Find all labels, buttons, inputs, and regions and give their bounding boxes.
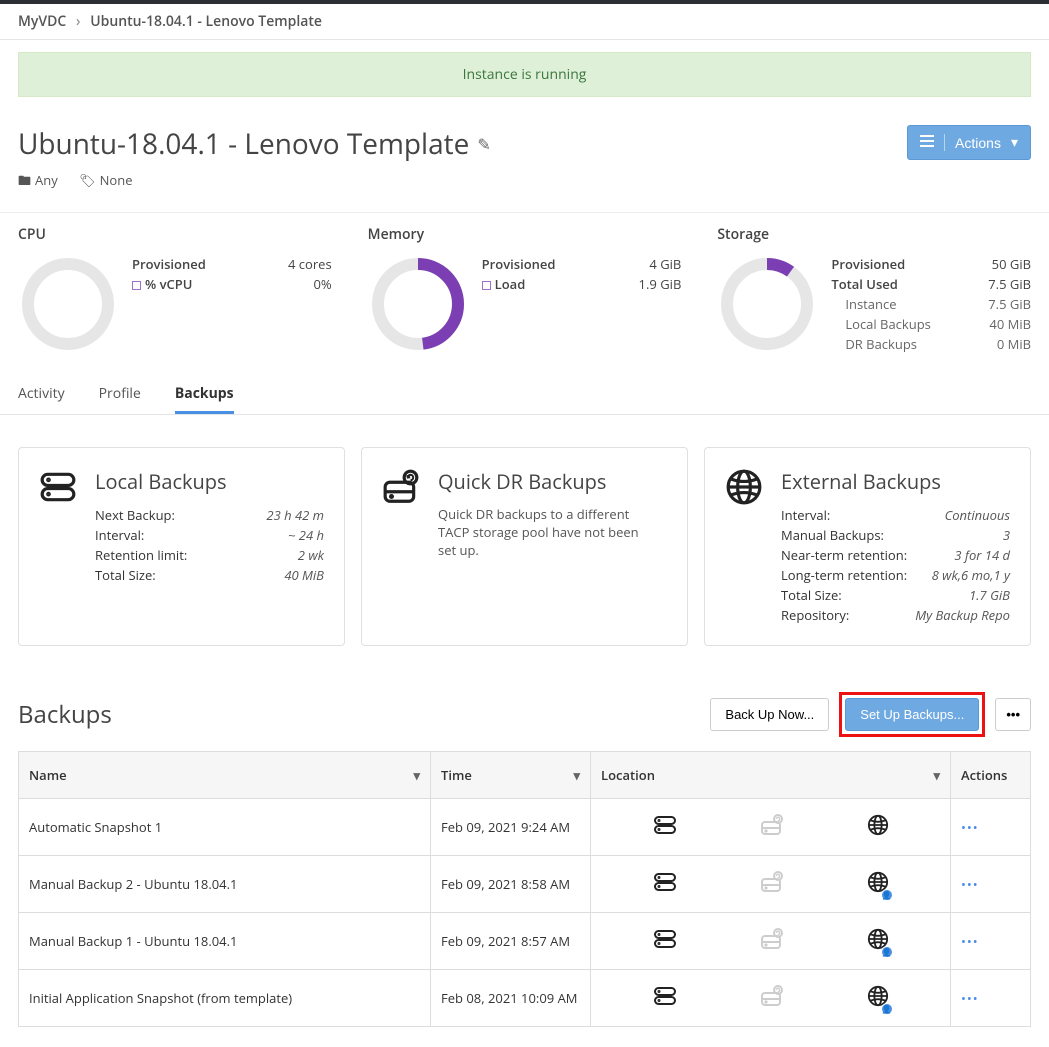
chevron-right-icon: › <box>76 12 81 31</box>
legend-box-icon <box>132 281 141 290</box>
tag-meta[interactable]: 🏷None <box>79 171 132 189</box>
folder-icon: 🖿 <box>18 171 31 189</box>
tab-backups[interactable]: Backups <box>175 384 234 414</box>
cell-location: 👤 <box>591 856 951 913</box>
table-row[interactable]: Manual Backup 2 - Ubuntu 18.04.1Feb 09, … <box>19 856 1031 913</box>
globe-icon: 👤 <box>867 928 889 954</box>
cell-time: Feb 09, 2021 9:24 AM <box>431 799 591 856</box>
stat-memory: Memory Provisioned4 GiB Load1.9 GiB <box>350 215 700 374</box>
memory-donut-chart <box>368 254 468 354</box>
tab-profile[interactable]: Profile <box>99 384 141 414</box>
drive-sync-icon <box>760 984 784 1012</box>
table-row[interactable]: Automatic Snapshot 1Feb 09, 2021 9:24 AM… <box>19 799 1031 856</box>
legend-box-icon <box>482 281 491 290</box>
server-icon <box>653 813 677 841</box>
section-heading: Backups <box>18 698 112 731</box>
card-desc: Quick DR backups to a different TACP sto… <box>438 505 658 559</box>
backup-now-button[interactable]: Back Up Now... <box>710 698 829 731</box>
col-name[interactable]: Name▾ <box>19 752 431 799</box>
stat-cpu: CPU Provisioned4 cores % vCPU0% <box>0 215 350 374</box>
folder-meta[interactable]: 🖿Any <box>18 171 58 189</box>
col-location[interactable]: Location▾ <box>591 752 951 799</box>
status-banner: Instance is running <box>18 52 1031 97</box>
card-external-backups: External Backups Interval:Continuous Man… <box>704 447 1031 646</box>
cell-name: Manual Backup 1 - Ubuntu 18.04.1 <box>19 913 431 970</box>
globe-icon: 👤 <box>867 985 889 1011</box>
col-actions: Actions <box>951 752 1031 799</box>
cell-location <box>591 799 951 856</box>
backups-table: Name▾ Time▾ Location▾ Actions Automatic … <box>18 751 1031 1027</box>
highlight-annotation: Set Up Backups... <box>839 692 985 737</box>
drive-sync-icon <box>760 813 784 841</box>
drive-sync-icon <box>760 870 784 898</box>
actions-button[interactable]: Actions ▾ <box>907 125 1031 160</box>
tabs: Activity Profile Backups <box>0 376 1049 415</box>
stat-title: Memory <box>368 225 682 244</box>
col-time[interactable]: Time▾ <box>431 752 591 799</box>
table-header-row: Name▾ Time▾ Location▾ Actions <box>19 752 1031 799</box>
card-quick-dr-backups: Quick DR Backups Quick DR backups to a d… <box>361 447 688 646</box>
tag-icon: 🏷 <box>79 171 96 189</box>
stat-title: Storage <box>717 225 1031 244</box>
pencil-icon[interactable]: ✎ <box>477 133 490 155</box>
more-button[interactable]: ••• <box>995 698 1031 731</box>
sort-icon: ▾ <box>413 766 420 784</box>
user-badge-icon: 👤 <box>881 946 893 958</box>
stats-row: CPU Provisioned4 cores % vCPU0% Memory <box>0 212 1049 376</box>
card-title: Quick DR Backups <box>438 468 667 495</box>
row-actions-button[interactable]: ••• <box>951 970 1031 1027</box>
backups-section-head: Backups Back Up Now... Set Up Backups...… <box>0 662 1049 751</box>
cell-name: Initial Application Snapshot (from templ… <box>19 970 431 1027</box>
card-local-backups: Local Backups Next Backup:23 h 42 m Inte… <box>18 447 345 646</box>
breadcrumb-root[interactable]: MyVDC <box>18 12 66 31</box>
stat-storage: Storage Provisioned50 GiB Total Used7.5 … <box>699 215 1049 374</box>
meta-row: 🖿Any 🏷None <box>0 171 1049 212</box>
user-badge-icon: 👤 <box>881 1003 893 1015</box>
drive-sync-icon <box>760 927 784 955</box>
chevron-down-icon: ▾ <box>1011 134 1018 151</box>
cell-location: 👤 <box>591 970 951 1027</box>
setup-backups-button[interactable]: Set Up Backups... <box>845 698 979 731</box>
more-icon: ••• <box>1006 707 1020 722</box>
table-row[interactable]: Initial Application Snapshot (from templ… <box>19 970 1031 1027</box>
status-text: Instance is running <box>463 65 587 84</box>
breadcrumb-current: Ubuntu-18.04.1 - Lenovo Template <box>90 12 322 31</box>
cell-time: Feb 08, 2021 10:09 AM <box>431 970 591 1027</box>
storage-donut-chart <box>717 254 817 354</box>
server-icon <box>39 468 77 625</box>
card-title: Local Backups <box>95 468 324 495</box>
table-row[interactable]: Manual Backup 1 - Ubuntu 18.04.1Feb 09, … <box>19 913 1031 970</box>
user-badge-icon: 👤 <box>881 889 893 901</box>
row-actions-button[interactable]: ••• <box>951 856 1031 913</box>
globe-icon <box>867 814 889 840</box>
tab-activity[interactable]: Activity <box>18 384 65 414</box>
sort-icon: ▾ <box>933 766 940 784</box>
title-text: Ubuntu-18.04.1 - Lenovo Template <box>18 125 469 163</box>
cell-name: Manual Backup 2 - Ubuntu 18.04.1 <box>19 856 431 913</box>
server-icon <box>653 927 677 955</box>
cpu-donut-chart <box>18 254 118 354</box>
cell-location: 👤 <box>591 913 951 970</box>
sort-icon: ▾ <box>573 766 580 784</box>
app-window: MyVDC › Ubuntu-18.04.1 - Lenovo Template… <box>0 0 1049 1047</box>
card-title: External Backups <box>781 468 1010 495</box>
drive-sync-icon <box>382 468 420 625</box>
row-actions-button[interactable]: ••• <box>951 913 1031 970</box>
cell-time: Feb 09, 2021 8:58 AM <box>431 856 591 913</box>
cell-name: Automatic Snapshot 1 <box>19 799 431 856</box>
backup-cards: Local Backups Next Backup:23 h 42 m Inte… <box>0 415 1049 662</box>
stat-title: CPU <box>18 225 332 244</box>
actions-label: Actions <box>955 135 1001 151</box>
globe-icon <box>725 468 763 625</box>
globe-icon: 👤 <box>867 871 889 897</box>
cell-time: Feb 09, 2021 8:57 AM <box>431 913 591 970</box>
page-title: Ubuntu-18.04.1 - Lenovo Template ✎ <box>18 125 491 163</box>
list-icon <box>920 134 945 151</box>
row-actions-button[interactable]: ••• <box>951 799 1031 856</box>
server-icon <box>653 984 677 1012</box>
server-icon <box>653 870 677 898</box>
breadcrumb: MyVDC › Ubuntu-18.04.1 - Lenovo Template <box>0 4 1049 40</box>
